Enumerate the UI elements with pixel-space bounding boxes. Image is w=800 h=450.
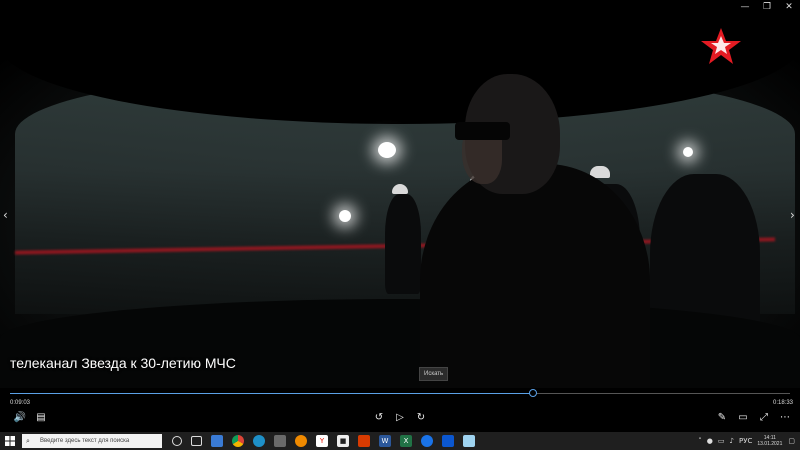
captions-icon[interactable]: ▤	[33, 409, 49, 425]
rewind-10-button[interactable]: ↺	[371, 409, 387, 425]
clock-date: 13.01.2021	[757, 441, 783, 447]
language-indicator[interactable]: РУС	[739, 437, 752, 445]
taskbar: ⌕ Введите здесь текст для поиска Y ■ W X…	[0, 432, 800, 450]
minimize-button[interactable]: —	[734, 0, 756, 14]
play-button[interactable]: ▷	[392, 409, 408, 425]
excel-app-icon[interactable]: X	[400, 435, 412, 447]
photos-app-icon[interactable]	[211, 435, 223, 447]
office-app-icon[interactable]	[358, 435, 370, 447]
gamepad-app-icon[interactable]: ■	[337, 435, 349, 447]
elapsed-time: 0:09:03	[10, 400, 31, 406]
video-frame[interactable]	[0, 14, 800, 398]
next-video-button[interactable]: ›	[790, 208, 795, 222]
volume-tray-icon[interactable]: ♪	[730, 437, 734, 445]
yandex-browser-icon[interactable]: Y	[316, 435, 328, 447]
system-tray: ˄ ● ▭ ♪ РУС 14:11 13.01.2021 ▢	[698, 432, 800, 450]
volume-icon[interactable]: 🔊	[12, 409, 28, 425]
start-button[interactable]	[0, 432, 20, 450]
total-time: 0:18:33	[773, 400, 794, 406]
windows-icon	[5, 436, 15, 446]
browser-app-icon[interactable]	[421, 435, 433, 447]
microphone-icon[interactable]: ●	[707, 437, 713, 445]
store-app-icon[interactable]	[274, 435, 286, 447]
zvezda-logo-icon	[701, 28, 741, 64]
seek-bar[interactable]	[10, 389, 790, 397]
fire-app-icon[interactable]	[295, 435, 307, 447]
tooltip: Искать	[419, 367, 449, 381]
video-title: телеканал Звезда к 30-летию МЧС	[10, 355, 236, 371]
clock[interactable]: 14:11 13.01.2021	[757, 435, 782, 447]
edit-icon[interactable]: ✎	[714, 409, 730, 425]
word-app-icon[interactable]: W	[379, 435, 391, 447]
lamp-light	[339, 210, 351, 222]
mini-view-icon[interactable]: ▭	[735, 409, 751, 425]
task-view-icon[interactable]	[191, 436, 202, 446]
seek-thumb[interactable]	[528, 389, 537, 397]
window-controls: — ❐ ✕	[734, 0, 800, 14]
more-options-icon[interactable]: ⋯	[777, 409, 793, 425]
taskbar-search[interactable]: ⌕ Введите здесь текст для поиска	[22, 434, 162, 448]
search-icon: ⌕	[26, 436, 30, 445]
close-button[interactable]: ✕	[778, 0, 800, 14]
notifications-icon[interactable]: ▢	[788, 437, 795, 445]
network-icon[interactable]: ▭	[718, 437, 725, 445]
vr-glasses	[455, 122, 510, 140]
paint-app-icon[interactable]	[463, 435, 475, 447]
floor-shadow	[0, 299, 800, 398]
lamp-light	[378, 142, 396, 158]
maximize-button[interactable]: ❐	[756, 0, 778, 14]
miner-helmet	[392, 184, 408, 194]
cortana-icon[interactable]	[172, 436, 182, 446]
previous-video-button[interactable]: ‹	[3, 208, 8, 222]
movies-app-icon[interactable]	[442, 435, 454, 447]
edge-browser-icon[interactable]	[253, 435, 265, 447]
chrome-app-icon[interactable]	[232, 435, 244, 447]
lamp-light	[683, 147, 693, 157]
chevron-up-icon[interactable]: ˄	[698, 437, 702, 445]
forward-30-button[interactable]: ↻	[413, 409, 429, 425]
miner-figure	[385, 194, 421, 294]
fullscreen-icon[interactable]: ⤢	[756, 409, 772, 425]
man-silhouette	[420, 164, 650, 398]
seek-bar-progress	[10, 393, 533, 394]
search-placeholder: Введите здесь текст для поиска	[40, 438, 130, 444]
